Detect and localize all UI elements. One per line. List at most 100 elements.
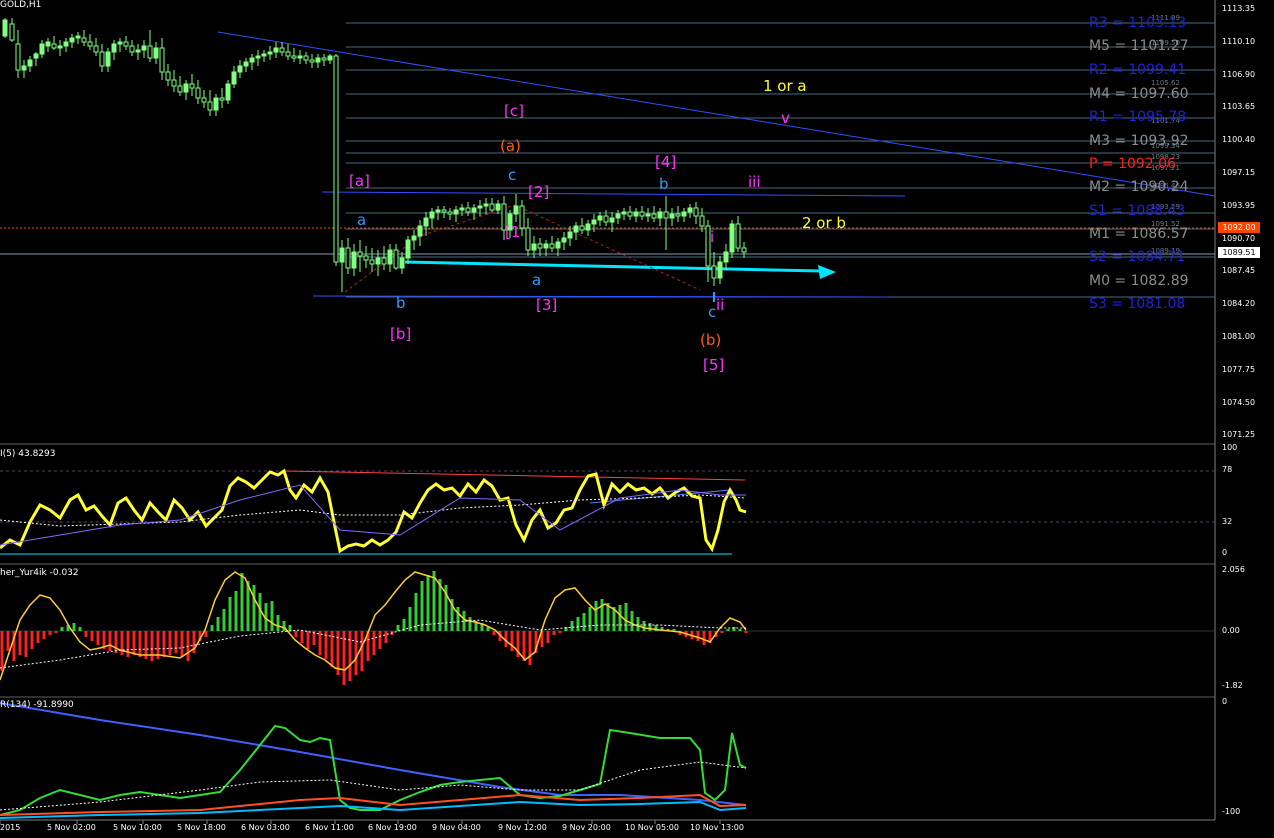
candle-body bbox=[573, 225, 579, 233]
candle-body bbox=[651, 213, 657, 219]
fisher-histogram-bar bbox=[744, 631, 748, 633]
fisher-histogram-bar bbox=[42, 631, 46, 639]
wave-label-c-blue: c bbox=[508, 166, 517, 184]
candle-body bbox=[489, 203, 495, 211]
candle-body bbox=[405, 239, 411, 259]
wave-label-a-paren: (a) bbox=[500, 137, 521, 155]
pivot-label: S1 = 1088.43 bbox=[1089, 203, 1186, 219]
cyan-arrowhead bbox=[818, 265, 836, 279]
price-axis-tick: 1100.40 bbox=[1222, 135, 1256, 145]
trend-lines[interactable] bbox=[217, 31, 1216, 302]
candle-body bbox=[201, 97, 207, 103]
candle-body bbox=[537, 243, 543, 249]
fisher-histogram-bar bbox=[48, 631, 52, 635]
rsi-panel bbox=[0, 468, 1215, 555]
candle-body bbox=[453, 209, 459, 215]
price-axis-tick: 1077.75 bbox=[1222, 364, 1256, 374]
candle-body bbox=[657, 211, 663, 219]
wave-label-v: v bbox=[781, 109, 790, 127]
rsi-axis-tick: 78 bbox=[1222, 465, 1233, 474]
fisher-histogram-bar bbox=[432, 571, 436, 631]
time-axis-tick: 6 Nov 03:00 bbox=[241, 823, 290, 832]
fisher-axis-tick: -1.82 bbox=[1222, 681, 1243, 690]
current-price-tag: 1092.00 bbox=[1218, 222, 1260, 233]
fisher-histogram-bar bbox=[570, 621, 574, 631]
wave-label-3-bracket: [3] bbox=[536, 296, 558, 314]
candle-body bbox=[615, 213, 621, 219]
wpr-axis-tick: 0 bbox=[1222, 697, 1228, 706]
pivot-label: M4 = 1097.60 bbox=[1089, 86, 1189, 102]
fisher-histogram-bar bbox=[108, 631, 112, 651]
rsi-axis-tick: 32 bbox=[1222, 517, 1233, 526]
fisher-histogram-bar bbox=[468, 617, 472, 631]
candle-body bbox=[597, 215, 603, 221]
fisher-histogram-bar bbox=[18, 631, 22, 655]
candle-body bbox=[549, 243, 555, 249]
candle-body bbox=[195, 87, 201, 99]
candle-body bbox=[81, 37, 87, 43]
fisher-histogram-bar bbox=[90, 631, 94, 641]
candle-body bbox=[459, 207, 465, 211]
candle-body bbox=[261, 53, 267, 57]
fisher-histogram-bar bbox=[696, 631, 700, 641]
wpr-axis-tick: -100 bbox=[1222, 807, 1241, 816]
wave-label-iii: iii bbox=[748, 173, 761, 191]
candle-body bbox=[285, 51, 291, 57]
time-axis-tick: 5 Nov 18:00 bbox=[177, 823, 226, 832]
pivot-label: R3 = 1103.13 bbox=[1089, 15, 1187, 31]
wave-label-b-blue: b bbox=[396, 294, 406, 312]
wave-label-1-bracket: [1 bbox=[505, 223, 521, 241]
fisher-axis-tick: 0.00 bbox=[1222, 626, 1240, 635]
wave-label-a-blue: a bbox=[357, 211, 367, 229]
fisher-histogram-bar bbox=[588, 607, 592, 631]
candle-body bbox=[621, 211, 627, 215]
rsi-axis-tick: 100 bbox=[1222, 443, 1238, 452]
fisher-histogram-bar bbox=[492, 631, 496, 635]
candle-body bbox=[585, 223, 591, 231]
candle-body bbox=[117, 41, 123, 45]
candle-body bbox=[63, 41, 69, 47]
fisher-histogram-bar bbox=[294, 631, 298, 637]
rsi-line bbox=[0, 468, 747, 554]
fisher-histogram-bar bbox=[414, 593, 418, 631]
fisher-histogram-bar bbox=[354, 631, 358, 675]
candle-body bbox=[591, 219, 597, 225]
time-axis-tick: 5 Nov 02:00 bbox=[47, 823, 96, 832]
fisher-histogram-bar bbox=[126, 631, 130, 657]
candle-body bbox=[567, 231, 573, 239]
fisher-histogram-bar bbox=[648, 623, 652, 631]
fisher-histogram-bar bbox=[54, 631, 58, 633]
fisher-histogram-bar bbox=[6, 631, 10, 651]
fisher-histogram-bar bbox=[642, 621, 646, 631]
price-axis-tick: 1084.20 bbox=[1222, 299, 1256, 309]
price-chart-canvas[interactable] bbox=[0, 0, 1274, 838]
fisher-histogram-bar bbox=[396, 625, 400, 631]
candle-body bbox=[129, 45, 135, 53]
candle-body bbox=[561, 237, 567, 243]
fisher-histogram-bar bbox=[594, 601, 598, 631]
fisher-histogram-bar bbox=[282, 621, 286, 631]
fisher-histogram-bar bbox=[132, 631, 136, 655]
candle-body bbox=[399, 257, 405, 269]
time-axis-tick: 6 Nov 11:00 bbox=[305, 823, 354, 832]
candle-body bbox=[21, 65, 27, 71]
candle-body bbox=[207, 101, 213, 111]
fisher-histogram-bar bbox=[84, 631, 88, 637]
candle-body bbox=[495, 203, 501, 211]
candle-body bbox=[327, 55, 333, 61]
mt4-chart-window[interactable]: GOLD,H1 I(5) 43.8293 her_Yur4ik -0.032 R… bbox=[0, 0, 1274, 838]
fisher-histogram-bar bbox=[348, 631, 352, 681]
fisher-histogram-bar bbox=[378, 631, 382, 649]
fisher-histogram-bar bbox=[456, 607, 460, 631]
candle-body bbox=[159, 47, 165, 73]
fisher-histogram-bar bbox=[726, 629, 730, 631]
fisher-histogram-bar bbox=[552, 631, 556, 635]
fisher-histogram-bar bbox=[618, 605, 622, 631]
wave-label-i: i bbox=[710, 228, 715, 246]
wave-label-c-blue-2: c bbox=[708, 303, 717, 321]
time-axis-tick: 9 Nov 20:00 bbox=[562, 823, 611, 832]
candle-body bbox=[681, 211, 687, 217]
candle-body bbox=[669, 213, 675, 219]
fisher-histogram-bar bbox=[0, 631, 4, 671]
candle-body bbox=[603, 215, 609, 223]
